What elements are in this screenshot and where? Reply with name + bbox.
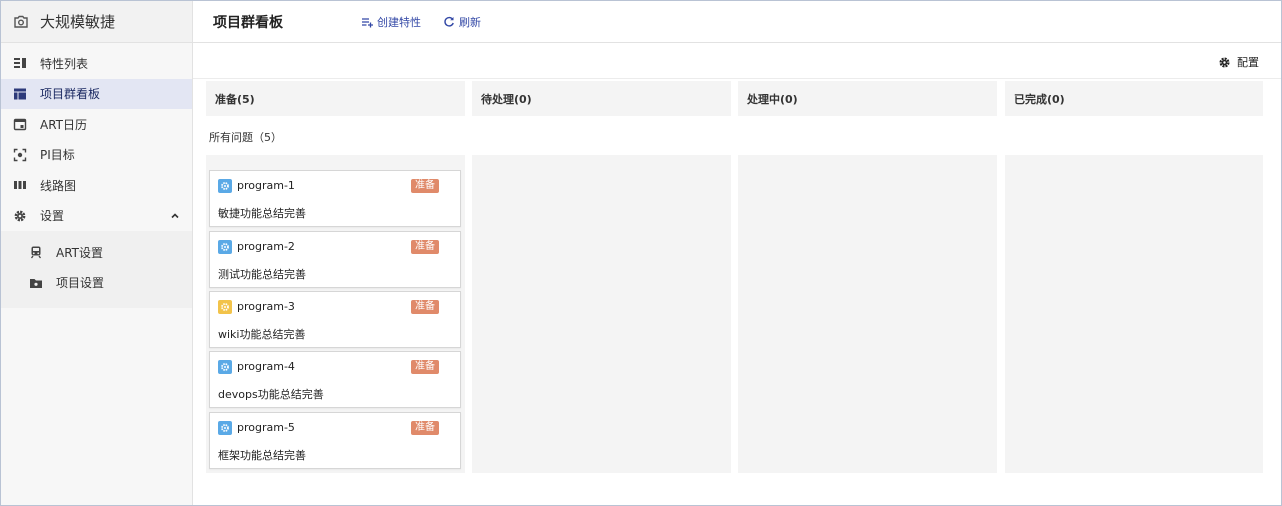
sidebar-item-label: PI目标 bbox=[40, 148, 75, 163]
sidebar-item-project-settings[interactable]: 项目设置 bbox=[1, 268, 192, 299]
app-window: 大规模敏捷 特性列表 项目群看板 ART日历 PI目标 线路图 设置 ART设置… bbox=[0, 0, 1282, 506]
feature-type-icon bbox=[218, 421, 232, 435]
folder-icon bbox=[29, 276, 43, 290]
refresh-button[interactable]: 刷新 bbox=[443, 14, 481, 30]
column-header-done: 已完成(0) bbox=[1005, 81, 1263, 116]
card-summary: devops功能总结完善 bbox=[218, 388, 324, 401]
sidebar-item-label: 设置 bbox=[40, 209, 65, 224]
refresh-label: 刷新 bbox=[459, 15, 481, 29]
feature-type-icon bbox=[218, 179, 232, 193]
brand: 大规模敏捷 bbox=[1, 1, 192, 43]
sidebar-item-label: 线路图 bbox=[40, 178, 77, 193]
sidebar-item-pi-objectives[interactable]: PI目标 bbox=[1, 140, 192, 171]
column-title: 待处理(0) bbox=[481, 92, 532, 106]
sidebar-item-art-settings[interactable]: ART设置 bbox=[1, 237, 192, 268]
status-badge: 准备 bbox=[411, 360, 439, 374]
feature-card[interactable]: program-3 准备 wiki功能总结完善 bbox=[209, 291, 461, 348]
roadmap-icon bbox=[13, 178, 27, 192]
config-label: 配置 bbox=[1237, 56, 1259, 69]
feature-card[interactable]: program-4 准备 devops功能总结完善 bbox=[209, 351, 461, 408]
feature-type-icon bbox=[218, 360, 232, 374]
column-in-progress bbox=[738, 155, 997, 473]
sidebar-item-art-calendar[interactable]: ART日历 bbox=[1, 109, 192, 140]
feature-type-icon bbox=[218, 300, 232, 314]
camera-logo-icon bbox=[13, 14, 29, 30]
column-header-todo: 待处理(0) bbox=[472, 81, 731, 116]
status-badge: 准备 bbox=[411, 300, 439, 314]
card-summary: 敏捷功能总结完善 bbox=[218, 207, 306, 220]
sidebar: 大规模敏捷 特性列表 项目群看板 ART日历 PI目标 线路图 设置 ART设置… bbox=[1, 1, 193, 505]
calendar-icon bbox=[13, 117, 27, 131]
card-summary: wiki功能总结完善 bbox=[218, 328, 306, 341]
chevron-up-icon[interactable] bbox=[170, 210, 180, 220]
sidebar-item-label: 项目设置 bbox=[56, 276, 105, 291]
status-badge: 准备 bbox=[411, 179, 439, 193]
column-header-in-progress: 处理中(0) bbox=[738, 81, 997, 116]
column-title: 已完成(0) bbox=[1014, 92, 1065, 106]
train-icon bbox=[29, 245, 43, 259]
sidebar-nav: 特性列表 项目群看板 ART日历 PI目标 线路图 设置 ART设置 项目设置 bbox=[1, 43, 192, 308]
brand-name: 大规模敏捷 bbox=[40, 13, 116, 31]
sidebar-item-label: 特性列表 bbox=[40, 56, 89, 71]
gear-icon bbox=[1218, 56, 1231, 69]
column-header-ready: 准备(5) bbox=[206, 81, 465, 116]
sidebar-item-settings[interactable]: 设置 bbox=[1, 201, 192, 232]
settings-subnav: ART设置 项目设置 bbox=[1, 231, 192, 308]
sidebar-item-label: ART日历 bbox=[40, 117, 88, 132]
feature-card[interactable]: program-2 准备 测试功能总结完善 bbox=[209, 231, 461, 288]
feature-card[interactable]: program-1 准备 敏捷功能总结完善 bbox=[209, 170, 461, 227]
swimlane-label: 所有问题（5） bbox=[209, 131, 282, 144]
refresh-icon bbox=[443, 16, 455, 28]
card-key: program-2 bbox=[237, 240, 295, 253]
sidebar-item-roadmap[interactable]: 线路图 bbox=[1, 170, 192, 201]
card-summary: 框架功能总结完善 bbox=[218, 449, 306, 462]
feature-card[interactable]: program-5 准备 框架功能总结完善 bbox=[209, 412, 461, 469]
column-title: 处理中(0) bbox=[747, 92, 798, 106]
board-icon bbox=[13, 87, 27, 101]
card-key: program-3 bbox=[237, 300, 295, 313]
card-key: program-4 bbox=[237, 360, 295, 373]
column-todo bbox=[472, 155, 731, 473]
card-summary: 测试功能总结完善 bbox=[218, 268, 306, 281]
card-key: program-5 bbox=[237, 421, 295, 434]
create-feature-button[interactable]: 创建特性 bbox=[361, 14, 421, 30]
playlist-add-icon bbox=[361, 16, 373, 28]
target-icon bbox=[13, 148, 27, 162]
page-header: 项目群看板 创建特性 刷新 bbox=[193, 1, 1281, 43]
sidebar-item-label: ART设置 bbox=[56, 245, 104, 260]
card-key: program-1 bbox=[237, 179, 295, 192]
sidebar-item-feature-list[interactable]: 特性列表 bbox=[1, 48, 192, 79]
config-button[interactable]: 配置 bbox=[1218, 54, 1259, 70]
status-badge: 准备 bbox=[411, 421, 439, 435]
sidebar-item-label: 项目群看板 bbox=[40, 87, 101, 102]
status-badge: 准备 bbox=[411, 240, 439, 254]
board-toolbar: 配置 bbox=[193, 43, 1281, 79]
column-title: 准备(5) bbox=[215, 92, 255, 106]
create-feature-label: 创建特性 bbox=[377, 15, 421, 29]
sidebar-item-program-board[interactable]: 项目群看板 bbox=[1, 78, 192, 109]
list-icon bbox=[13, 56, 27, 70]
feature-type-icon bbox=[218, 240, 232, 254]
gear-icon bbox=[13, 209, 27, 223]
page-title: 项目群看板 bbox=[213, 14, 283, 31]
column-done bbox=[1005, 155, 1263, 473]
